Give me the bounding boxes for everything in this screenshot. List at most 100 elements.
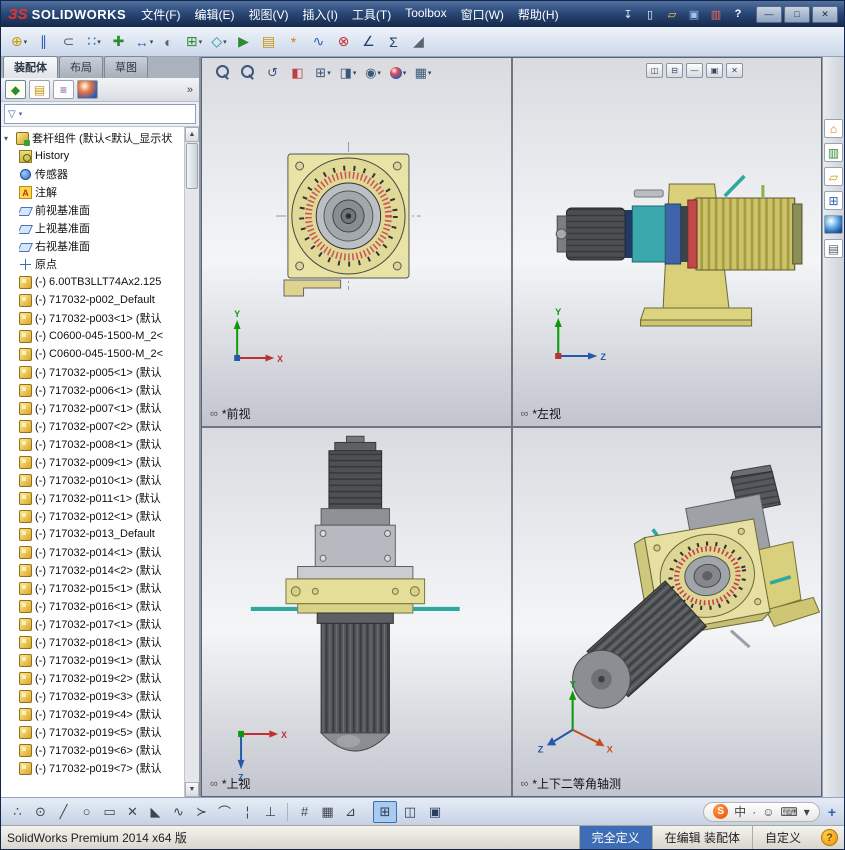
new-document-icon[interactable]: ▯ [640, 5, 660, 23]
tree-item[interactable]: History [19, 147, 184, 165]
tree-item[interactable]: (-) 717032-p013_Default [19, 525, 184, 543]
zoom-area-icon[interactable] [237, 63, 259, 83]
design-library-icon[interactable]: ▥ [824, 143, 843, 162]
attachment-icon[interactable]: ⊂ [57, 30, 81, 54]
filter-input[interactable] [25, 106, 192, 122]
close-button[interactable]: ✕ [812, 5, 838, 23]
open-document-icon[interactable]: ▱ [662, 5, 682, 23]
show-hidden-components-icon[interactable]: ◐ [157, 30, 181, 54]
tree-item[interactable]: 注解 [19, 183, 184, 201]
sogou-logo-icon[interactable]: S [713, 804, 729, 819]
circle-tool-icon[interactable]: ⊙ [30, 801, 51, 823]
tree-item[interactable]: (-) 717032-p019<6> (默认 [19, 741, 184, 759]
doc-restore-icon[interactable]: ▣ [706, 63, 723, 78]
minimize-button[interactable]: — [756, 5, 782, 23]
tree-item[interactable]: (-) 717032-p017<1> (默认 [19, 615, 184, 633]
tab-assembly[interactable]: 装配体 [3, 56, 58, 78]
menu-item[interactable]: Toolbox [398, 2, 453, 27]
tree-item[interactable]: (-) 717032-p015<1> (默认 [19, 579, 184, 597]
tree-item[interactable]: 原点 [19, 255, 184, 273]
tab-layout[interactable]: 布局 [59, 56, 103, 78]
menu-item[interactable]: 帮助(H) [511, 2, 566, 27]
tree-item[interactable]: 上视基准面 [19, 219, 184, 237]
doc-split-icon[interactable]: ⊟ [666, 63, 683, 78]
doc-minimize-icon[interactable]: — [686, 63, 703, 78]
convert-entities-icon[interactable]: ≻ [191, 801, 212, 823]
section-tool-icon[interactable]: ⊿ [340, 801, 361, 823]
line-tool-icon[interactable]: ╱ [53, 801, 74, 823]
virtual-keyboard-icon[interactable]: ⌨ [780, 805, 797, 819]
save-icon[interactable]: ▣ [684, 5, 704, 23]
menu-item[interactable]: 文件(F) [134, 2, 187, 27]
tree-item[interactable]: 传感器 [19, 165, 184, 183]
tree-item[interactable]: (-) 717032-p003<1> (默认 [19, 309, 184, 327]
explode-line-sketch-icon[interactable]: ∿ [307, 30, 331, 54]
menu-item[interactable]: 视图(V) [242, 2, 296, 27]
scroll-up-icon[interactable]: ▲ [185, 127, 199, 142]
tree-item[interactable]: (-) 717032-p019<4> (默认 [19, 705, 184, 723]
chamfer-tool-icon[interactable]: ◣ [145, 801, 166, 823]
viewport-left[interactable]: Y Z ∞ *左视 [512, 58, 821, 426]
propertymanager-tab-icon[interactable]: ▤ [29, 80, 50, 99]
move-component-icon[interactable]: ↔ ▾ [132, 30, 156, 54]
tree-item[interactable]: (-) 717032-p010<1> (默认 [19, 471, 184, 489]
apply-scene-icon[interactable]: ▦ ▾ [412, 63, 434, 83]
tree-item[interactable]: (-) 717032-p002_Default [19, 291, 184, 309]
doc-close-icon[interactable]: ✕ [726, 63, 743, 78]
filter-dropdown-icon[interactable]: ▾ [19, 110, 23, 118]
tree-item[interactable]: (-) 717032-p006<1> (默认 [19, 381, 184, 399]
punctuation-icon[interactable]: · [752, 805, 756, 819]
section-properties-icon[interactable]: ◢ [407, 30, 431, 54]
quick-tips-help-icon[interactable]: ? [821, 829, 838, 846]
insert-components-icon[interactable]: ⊕ ▾ [7, 30, 31, 54]
sketch-point-icon[interactable]: ∴ [7, 801, 28, 823]
tree-item[interactable]: 前视基准面 [19, 201, 184, 219]
grid-snap-icon[interactable]: ▦ [317, 801, 338, 823]
menu-item[interactable]: 窗口(W) [454, 2, 511, 27]
tree-item[interactable]: (-) 717032-p014<1> (默认 [19, 543, 184, 561]
smart-fasteners-icon[interactable]: ✚ [107, 30, 131, 54]
centerline-tool-icon[interactable]: ¦ [237, 801, 258, 823]
four-view-button[interactable]: ⊞ [373, 800, 397, 823]
interference-detection-icon[interactable]: ⊗ [332, 30, 356, 54]
tree-expander-icon[interactable]: ▾ [4, 134, 13, 143]
viewport-top[interactable]: X Z ∞ *上视 [202, 428, 511, 796]
assembly-features-icon[interactable]: ⊞ ▾ [182, 30, 206, 54]
zoom-fit-icon[interactable] [212, 63, 234, 83]
maximize-button[interactable]: □ [784, 5, 810, 23]
ime-menu-icon[interactable]: ▾ [804, 805, 810, 819]
tree-item[interactable]: (-) 717032-p009<1> (默认 [19, 453, 184, 471]
menu-pin-icon[interactable]: ↧ [618, 5, 638, 23]
perpendicular-tool-icon[interactable]: ⊥ [260, 801, 281, 823]
sketch-settings-icon[interactable]: # [294, 801, 315, 823]
tree-item[interactable]: (-) C0600-045-1500-M_2< [19, 345, 184, 363]
reference-geometry-icon[interactable]: ◇ ▾ [207, 30, 231, 54]
ellipse-tool-icon[interactable]: ○ [76, 801, 97, 823]
tree-item[interactable]: (-) 717032-p007<2> (默认 [19, 417, 184, 435]
tree-item[interactable]: (-) 717032-p019<2> (默认 [19, 669, 184, 687]
linear-component-pattern-icon[interactable]: ∷ ▾ [82, 30, 106, 54]
top-view-canvas[interactable]: X Z [202, 428, 511, 796]
scrollbar-track[interactable] [185, 190, 199, 782]
pin-icon[interactable]: + [828, 804, 836, 820]
tree-item[interactable]: (-) 717032-p007<1> (默认 [19, 399, 184, 417]
input-mode-icon[interactable]: 中 [734, 803, 746, 820]
appearances-icon[interactable] [824, 215, 843, 234]
hide-show-items-icon[interactable]: ◉ ▾ [362, 63, 384, 83]
tree-item[interactable]: (-) 717032-p019<5> (默认 [19, 723, 184, 741]
bill-of-materials-icon[interactable]: ▤ [257, 30, 281, 54]
tree-root-item[interactable]: ▾ 套杆组件 (默认<默认_显示状 [4, 129, 184, 147]
arc-tool-icon[interactable]: ⌒ [214, 801, 235, 823]
previous-view-icon[interactable]: ↺ [262, 63, 284, 83]
trim-entities-icon[interactable]: ✕ [122, 801, 143, 823]
tree-item[interactable]: (-) 717032-p011<1> (默认 [19, 489, 184, 507]
measure-icon[interactable]: ∠ [357, 30, 381, 54]
tab-sketch[interactable]: 草图 [104, 56, 148, 78]
tree-item[interactable]: (-) 717032-p008<1> (默认 [19, 435, 184, 453]
view-palette-icon[interactable]: ⊞ [824, 191, 843, 210]
tree-item[interactable]: (-) 717032-p005<1> (默认 [19, 363, 184, 381]
section-view-icon[interactable]: ◧ [287, 63, 309, 83]
tree-item[interactable]: (-) 717032-p019<7> (默认 [19, 759, 184, 777]
viewport-isometric[interactable]: Y X Z ∞ *上下二等角轴测 [512, 428, 821, 796]
spline-tool-icon[interactable]: ∿ [168, 801, 189, 823]
